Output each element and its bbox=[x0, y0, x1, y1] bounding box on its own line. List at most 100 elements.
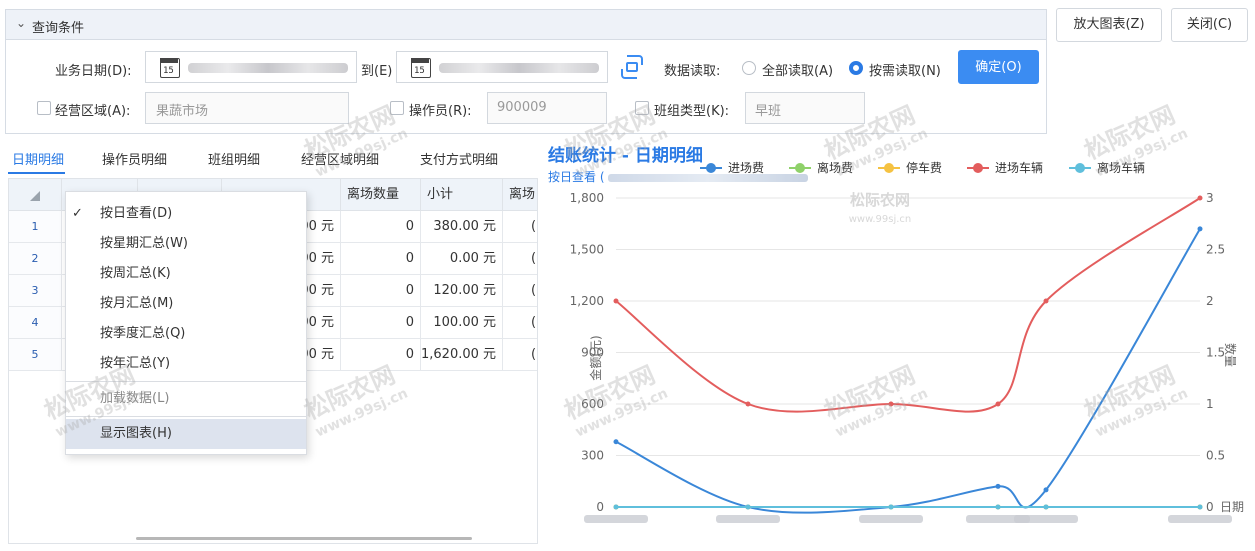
exit-cell[interactable]: ( bbox=[503, 339, 537, 370]
exit-qty-cell[interactable]: 0 bbox=[341, 243, 421, 274]
y-right-axis-title: 数量 bbox=[1223, 343, 1238, 367]
tab-payment-detail[interactable]: 支付方式明细 bbox=[420, 149, 498, 168]
tab-date-detail[interactable]: 日期明细 bbox=[12, 149, 64, 168]
menu-item-daily-view[interactable]: 按日查看(D) bbox=[66, 199, 306, 229]
subtotal-cell[interactable]: 380.00 元 bbox=[421, 211, 503, 242]
swap-date-icon[interactable] bbox=[619, 53, 645, 81]
chevron-down-icon[interactable]: ⌄ bbox=[16, 16, 26, 30]
read-on-demand-radio[interactable] bbox=[849, 61, 863, 75]
subtotal-cell[interactable]: 100.00 元 bbox=[421, 307, 503, 338]
read-on-demand-label[interactable]: 按需读取(N) bbox=[869, 60, 941, 79]
menu-item-show-chart[interactable]: 显示图表(H) bbox=[66, 419, 306, 449]
y-left-tick-label: 1,800 bbox=[570, 191, 604, 205]
watermark: 松际农网 www.99sj.cn bbox=[820, 360, 931, 441]
end-date-value-redacted bbox=[439, 63, 599, 73]
menu-item-week-summary[interactable]: 按周汇总(K) bbox=[66, 259, 306, 289]
end-date-field[interactable]: 15 bbox=[396, 51, 608, 83]
watermark: 松际农网 www.99sj.cn bbox=[300, 360, 411, 441]
data-point bbox=[745, 401, 751, 407]
watermark: 松际农网 www.99sj.cn bbox=[300, 100, 411, 181]
operator-value: 900009 bbox=[497, 100, 547, 115]
subtotal-cell[interactable]: 1,620.00 元 bbox=[421, 339, 503, 370]
col-header-exit[interactable]: 离场 bbox=[503, 179, 537, 211]
tab-operator-detail[interactable]: 操作员明细 bbox=[102, 149, 167, 168]
exit-qty-cell[interactable]: 0 bbox=[341, 275, 421, 306]
confirm-button[interactable]: 确定(O) bbox=[958, 50, 1039, 84]
operator-label: 操作员(R): bbox=[409, 104, 472, 119]
chart-canvas: 03006009001,2001,5001,80000.511.522.53金额… bbox=[570, 160, 1244, 523]
data-point bbox=[1197, 226, 1203, 232]
data-point bbox=[613, 298, 619, 304]
col-header-exit-qty[interactable]: 离场数量 bbox=[341, 179, 421, 211]
y-left-tick-label: 1,200 bbox=[570, 294, 604, 308]
data-point bbox=[1043, 487, 1049, 493]
watermark: 松际农网 www.99sj.cn bbox=[820, 100, 931, 181]
tab-shift-detail[interactable]: 班组明细 bbox=[208, 149, 260, 168]
active-tab-indicator bbox=[8, 172, 65, 174]
y-right-tick-label: 2.5 bbox=[1206, 243, 1225, 257]
x-tick-label-redacted bbox=[1168, 515, 1232, 523]
area-checkbox[interactable] bbox=[37, 101, 51, 115]
shift-value: 早班 bbox=[755, 104, 782, 119]
calendar-icon[interactable]: 15 bbox=[411, 58, 431, 78]
row-number[interactable]: 1 bbox=[9, 211, 62, 242]
menu-item-quarter-summary[interactable]: 按季度汇总(Q) bbox=[66, 319, 306, 349]
y-right-tick-label: 0.5 bbox=[1206, 449, 1225, 463]
y-left-tick-label: 0 bbox=[596, 500, 604, 514]
legend-item: 进场车辆 bbox=[995, 160, 1043, 175]
menu-item-month-summary[interactable]: 按月汇总(M) bbox=[66, 289, 306, 319]
exit-qty-cell[interactable]: 0 bbox=[341, 211, 421, 242]
exit-cell[interactable]: ( bbox=[503, 243, 537, 274]
exit-qty-cell[interactable]: 0 bbox=[341, 307, 421, 338]
select-all-corner[interactable] bbox=[9, 179, 62, 211]
exit-cell[interactable]: ( bbox=[503, 307, 537, 338]
y-right-tick-label: 0 bbox=[1206, 500, 1214, 514]
exit-cell[interactable]: ( bbox=[503, 211, 537, 242]
row-number[interactable]: 4 bbox=[9, 307, 62, 338]
data-point bbox=[1197, 195, 1203, 201]
read-all-label[interactable]: 全部读取(A) bbox=[762, 60, 833, 79]
close-button[interactable]: 关闭(C) bbox=[1171, 8, 1248, 42]
y-right-tick-label: 1.5 bbox=[1206, 346, 1225, 360]
data-point bbox=[995, 504, 1001, 510]
menu-item-weekday-summary[interactable]: 按星期汇总(W) bbox=[66, 229, 306, 259]
row-number[interactable]: 5 bbox=[9, 339, 62, 370]
chart-logo-watermark: 松际农网 bbox=[850, 191, 910, 209]
start-date-value-redacted bbox=[188, 63, 348, 73]
area-value: 果蔬市场 bbox=[156, 104, 209, 119]
col-header-subtotal[interactable]: 小计 bbox=[421, 179, 503, 211]
y-right-tick-label: 3 bbox=[1206, 191, 1214, 205]
x-tick-label-redacted bbox=[716, 515, 780, 523]
subtotal-cell[interactable]: 120.00 元 bbox=[421, 275, 503, 306]
to-label: 到(E) bbox=[361, 64, 393, 79]
x-axis-title: 日期 bbox=[1220, 500, 1244, 514]
read-all-radio[interactable] bbox=[742, 61, 756, 75]
legend-swatch-dot bbox=[1075, 163, 1085, 173]
subtotal-cell[interactable]: 0.00 元 bbox=[421, 243, 503, 274]
query-panel-header[interactable]: ⌄ 查询条件 bbox=[6, 10, 1046, 40]
data-point bbox=[995, 483, 1001, 489]
data-point bbox=[888, 504, 894, 510]
watermark: 松际农网 www.99sj.cn bbox=[560, 360, 671, 441]
exit-cell[interactable]: ( bbox=[503, 275, 537, 306]
legend-item: 进场费 bbox=[728, 161, 764, 175]
data-read-label: 数据读取: bbox=[664, 64, 721, 79]
y-right-tick-label: 1 bbox=[1206, 397, 1214, 411]
watermark: 松际农网 www.99sj.cn bbox=[1080, 360, 1191, 441]
calendar-icon[interactable]: 15 bbox=[160, 58, 180, 78]
data-point bbox=[995, 401, 1001, 407]
y-left-tick-label: 1,500 bbox=[570, 243, 604, 257]
x-tick-label-redacted bbox=[584, 515, 648, 523]
row-number[interactable]: 2 bbox=[9, 243, 62, 274]
zoom-chart-button[interactable]: 放大图表(Z) bbox=[1056, 8, 1162, 42]
biz-date-label: 业务日期(D): bbox=[55, 64, 132, 79]
data-point bbox=[1043, 298, 1049, 304]
data-point bbox=[613, 504, 619, 510]
x-tick-label-redacted bbox=[1014, 515, 1078, 523]
start-date-field[interactable]: 15 bbox=[145, 51, 357, 83]
horizontal-scrollbar[interactable] bbox=[136, 537, 472, 540]
row-number[interactable]: 3 bbox=[9, 275, 62, 306]
y-left-tick-label: 300 bbox=[581, 449, 604, 463]
legend-swatch-dot bbox=[884, 163, 894, 173]
area-label: 经营区域(A): bbox=[55, 104, 131, 119]
